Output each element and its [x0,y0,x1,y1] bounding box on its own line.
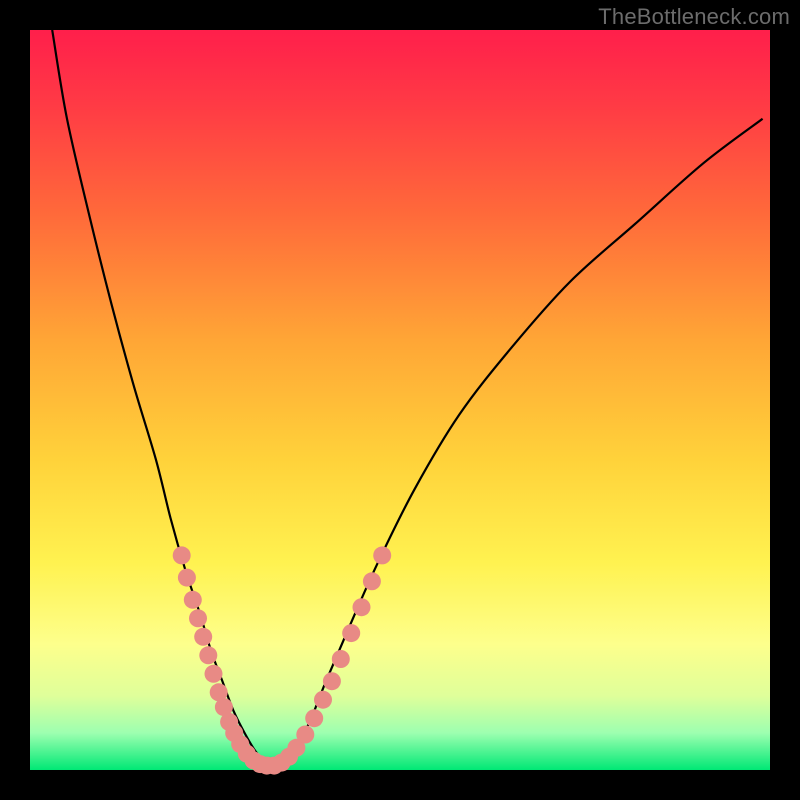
data-point-markers [173,546,392,774]
watermark-label: TheBottleneck.com [598,4,790,30]
data-point [173,546,191,564]
data-point [363,572,381,590]
data-point [332,650,350,668]
data-point [189,609,207,627]
data-point [342,624,360,642]
data-point [323,672,341,690]
data-point [184,591,202,609]
data-point [205,665,223,683]
data-point [199,646,217,664]
data-point [178,569,196,587]
bottleneck-curve [52,30,762,764]
data-point [194,628,212,646]
chart-frame: TheBottleneck.com [0,0,800,800]
data-point [314,691,332,709]
plot-area [30,30,770,770]
data-point [373,546,391,564]
data-point [296,726,314,744]
data-point [305,709,323,727]
data-point [353,598,371,616]
chart-svg [30,30,770,770]
